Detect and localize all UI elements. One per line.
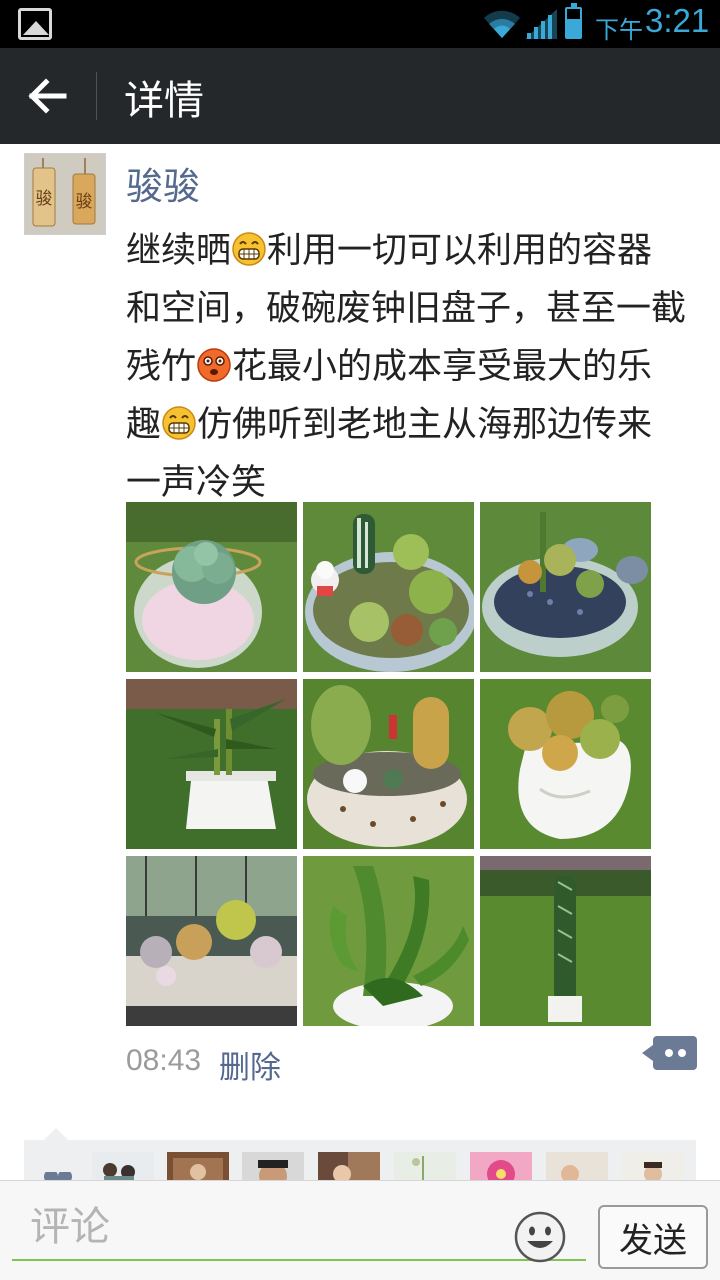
photo-cacti-in-dotted-bowl[interactable] xyxy=(303,679,474,849)
comment-bubble-icon[interactable] xyxy=(642,1036,697,1070)
send-button[interactable]: 发送 xyxy=(598,1205,708,1269)
photo-succulent-in-glass-bowl[interactable] xyxy=(126,502,297,672)
post-text: 继续晒 利用一切可以利用的容器和空间，破碗废钟旧盘子，甚至一截残竹 花最小的成本… xyxy=(126,222,686,512)
avatar-text-2: 骏 xyxy=(76,192,93,212)
avatar-text-1: 骏 xyxy=(36,189,53,209)
author-name[interactable]: 骏骏 xyxy=(126,156,200,210)
post-time: 08:43 xyxy=(126,1044,202,1077)
photo-succulent-in-white-vase[interactable] xyxy=(480,679,651,849)
dizzy-face-emoji-icon xyxy=(197,348,231,382)
status-time: 3:21 xyxy=(645,2,710,39)
battery-icon xyxy=(565,3,582,39)
wifi-icon xyxy=(484,10,520,38)
status-bar: 下午 3:21 xyxy=(0,0,720,48)
delete-button[interactable]: 删除 xyxy=(219,1042,281,1087)
status-ampm: 下午 xyxy=(595,16,643,44)
title-bar: 详情 xyxy=(0,48,720,144)
comment-input[interactable] xyxy=(12,1195,586,1261)
photo-columnar-cactus-on-lawn[interactable] xyxy=(480,856,651,1026)
smiley-face-icon[interactable] xyxy=(514,1211,566,1263)
author-avatar[interactable]: 骏 骏 xyxy=(24,153,106,235)
photo-bamboo-in-white-pot[interactable] xyxy=(126,679,297,849)
post-text-seg-4: 仿佛听到老地主从海那边传来一声冷笑 xyxy=(126,405,653,503)
avatar-image: 骏 骏 xyxy=(25,154,105,234)
title-divider xyxy=(96,72,97,120)
comment-bar: 发送 xyxy=(0,1180,720,1280)
back-arrow-icon[interactable] xyxy=(18,66,78,126)
photo-leafy-plant-in-bowl[interactable] xyxy=(303,856,474,1026)
grin-emoji-icon xyxy=(162,406,196,440)
photo-mixed-succulents-with-figurine[interactable] xyxy=(303,502,474,672)
cell-signal-icon xyxy=(525,9,557,39)
grin-emoji-icon xyxy=(232,232,266,266)
comment-dot xyxy=(678,1049,686,1057)
page-title: 详情 xyxy=(124,78,204,124)
photo-succulents-in-glass-dish[interactable] xyxy=(480,502,651,672)
gallery-notification-icon xyxy=(18,8,52,40)
comment-dot xyxy=(665,1049,673,1057)
photo-grid xyxy=(126,502,652,1026)
photo-succulent-tray-on-table[interactable] xyxy=(126,856,297,1026)
post-text-seg-1: 继续晒 xyxy=(126,231,232,271)
